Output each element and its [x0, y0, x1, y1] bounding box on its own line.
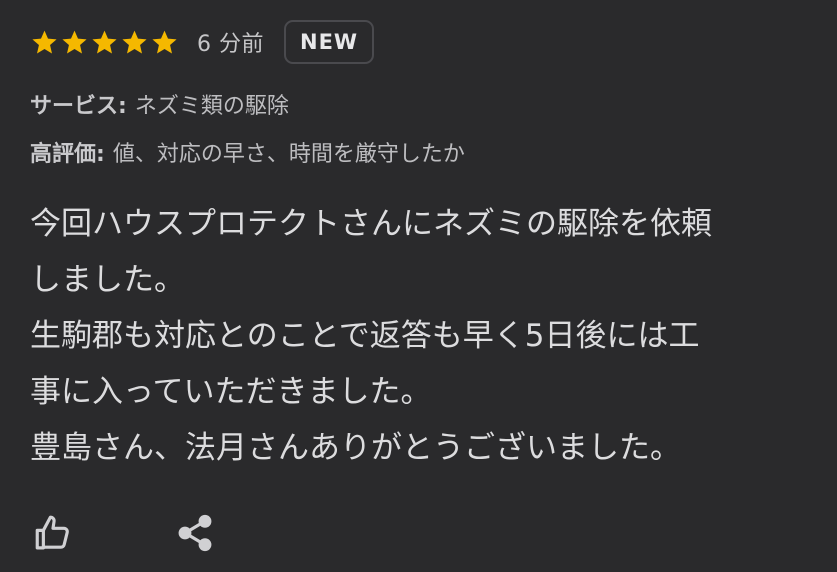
review-text-line: 豊島さん、法月さんありがとうございました。	[30, 430, 681, 466]
star-icon	[122, 30, 147, 53]
service-label: サービス:	[30, 94, 127, 119]
review-text-line: しました。	[30, 262, 185, 298]
star-icon	[152, 30, 177, 53]
review-actions	[30, 510, 218, 556]
new-badge: NEW	[284, 20, 375, 64]
praised-detail: 高評価: 値、対応の早さ、時間を厳守したか	[30, 136, 465, 168]
share-button[interactable]	[172, 510, 218, 556]
star-icon	[32, 30, 57, 53]
service-value: ネズミ類の駆除	[134, 94, 289, 119]
review-text-line: 今回ハウスプロテクトさんにネズミの駆除を依頼	[30, 206, 712, 242]
review-text-line: 事に入っていただきました。	[30, 374, 432, 410]
star-icon	[92, 30, 117, 53]
star-rating	[30, 28, 179, 57]
review-card: 6 分前 NEW サービス: ネズミ類の駆除 高評価: 値、対応の早さ、時間を厳守し…	[0, 0, 837, 572]
praised-value: 値、対応の早さ、時間を厳守したか	[112, 142, 465, 167]
praised-label: 高評価:	[30, 142, 105, 167]
service-detail: サービス: ネズミ類の駆除	[30, 88, 289, 120]
like-button[interactable]	[30, 510, 76, 556]
review-text: 今回ハウスプロテクトさんにネズミの駆除を依頼 しました。 生駒郡も対応とのことで…	[30, 196, 820, 476]
review-header: 6 分前 NEW	[30, 18, 375, 66]
star-icon	[62, 30, 87, 53]
review-timestamp: 6 分前	[197, 32, 264, 57]
share-icon	[178, 514, 212, 552]
thumbs-up-icon	[35, 515, 69, 550]
review-text-line: 生駒郡も対応とのことで返答も早く5日後には工	[30, 318, 700, 354]
